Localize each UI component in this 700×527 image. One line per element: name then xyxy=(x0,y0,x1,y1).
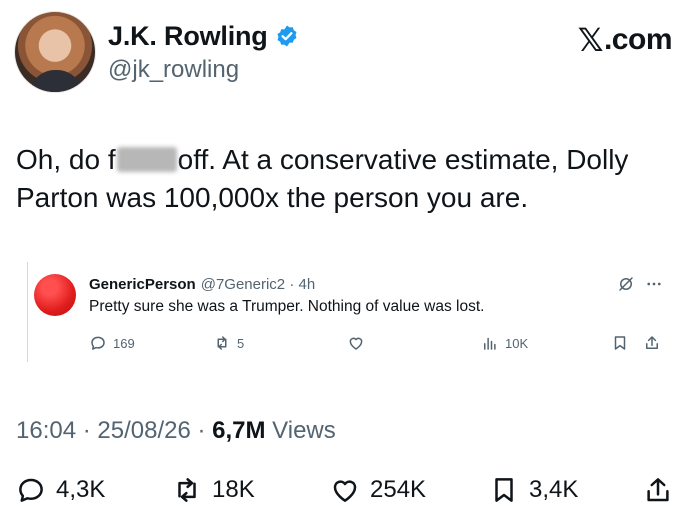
repost-icon xyxy=(217,336,227,350)
tweet-text: Oh, do f off. At a conservative estimate,… xyxy=(16,141,688,217)
reply-icon xyxy=(91,336,105,350)
reply-like-button[interactable] xyxy=(347,334,365,352)
share-icon xyxy=(647,478,669,502)
avatar-figure xyxy=(29,70,83,92)
quoted-reply-card[interactable]: GenericPerson @7Generic2 · 4h Pretty sur… xyxy=(27,262,677,362)
reply-button[interactable]: 4,3K xyxy=(16,474,105,506)
heart-icon xyxy=(333,480,357,502)
reply-bookmark-button[interactable] xyxy=(611,334,629,352)
thread-line xyxy=(27,262,28,362)
bookmark-count: 3,4K xyxy=(529,476,579,503)
tweet-text-part1: Oh, do f xyxy=(16,144,116,175)
views-label: Views xyxy=(265,417,336,444)
views-count: 6,7M xyxy=(212,417,266,444)
like-count: 254K xyxy=(370,476,427,503)
bookmark-icon xyxy=(614,336,626,350)
reply-repost-count: 5 xyxy=(237,335,245,351)
repost-count: 18K xyxy=(212,476,255,503)
reply-reply-count: 169 xyxy=(113,335,135,351)
reply-icon xyxy=(19,478,43,502)
more-options-icon[interactable] xyxy=(645,275,663,293)
x-brand-logo: 𝕏 .com xyxy=(577,21,673,59)
x-logo-icon: 𝕏 xyxy=(577,21,604,59)
censor-blur xyxy=(116,147,177,172)
reply-author-name[interactable]: GenericPerson xyxy=(89,276,196,293)
reply-text: Pretty sure she was a Trumper. Nothing o… xyxy=(89,298,485,315)
author-handle[interactable]: @jk_rowling xyxy=(108,56,239,84)
reply-avatar[interactable] xyxy=(34,274,76,316)
repost-icon xyxy=(178,478,196,502)
reply-share-button[interactable] xyxy=(643,334,661,352)
heart-icon xyxy=(349,337,363,350)
bookmark-icon xyxy=(495,478,513,502)
share-icon xyxy=(646,336,658,349)
reply-tools xyxy=(617,275,663,293)
reply-repost-button[interactable]: 5 xyxy=(213,334,244,352)
profile-avatar[interactable] xyxy=(14,11,96,93)
reply-header: GenericPerson @7Generic2 · 4h xyxy=(89,276,315,293)
share-button[interactable] xyxy=(643,474,673,506)
repost-button[interactable]: 18K xyxy=(172,474,255,506)
reply-reply-button[interactable]: 169 xyxy=(89,334,135,352)
tweet-meta: 16:04 · 25/08/26 · 6,7M Views xyxy=(16,417,336,445)
like-button[interactable]: 254K xyxy=(330,474,426,506)
reply-views-count: 10K xyxy=(505,335,529,351)
verified-badge-icon xyxy=(277,25,297,47)
brand-domain: .com xyxy=(603,23,673,56)
reply-count: 4,3K xyxy=(56,476,106,503)
bookmark-button[interactable]: 3,4K xyxy=(489,474,578,506)
timestamp[interactable]: 16:04 · 25/08/26 · xyxy=(16,417,212,444)
reply-meta: @7Generic2 · 4h xyxy=(200,276,316,293)
views-icon xyxy=(484,337,496,350)
author-name[interactable]: J.K. Rowling xyxy=(108,21,268,52)
author-name-row: J.K. Rowling xyxy=(108,20,299,52)
grok-icon[interactable] xyxy=(617,275,635,293)
reply-action-bar: 169 5 10K xyxy=(89,334,669,356)
reply-views-button[interactable]: 10K xyxy=(481,334,528,352)
